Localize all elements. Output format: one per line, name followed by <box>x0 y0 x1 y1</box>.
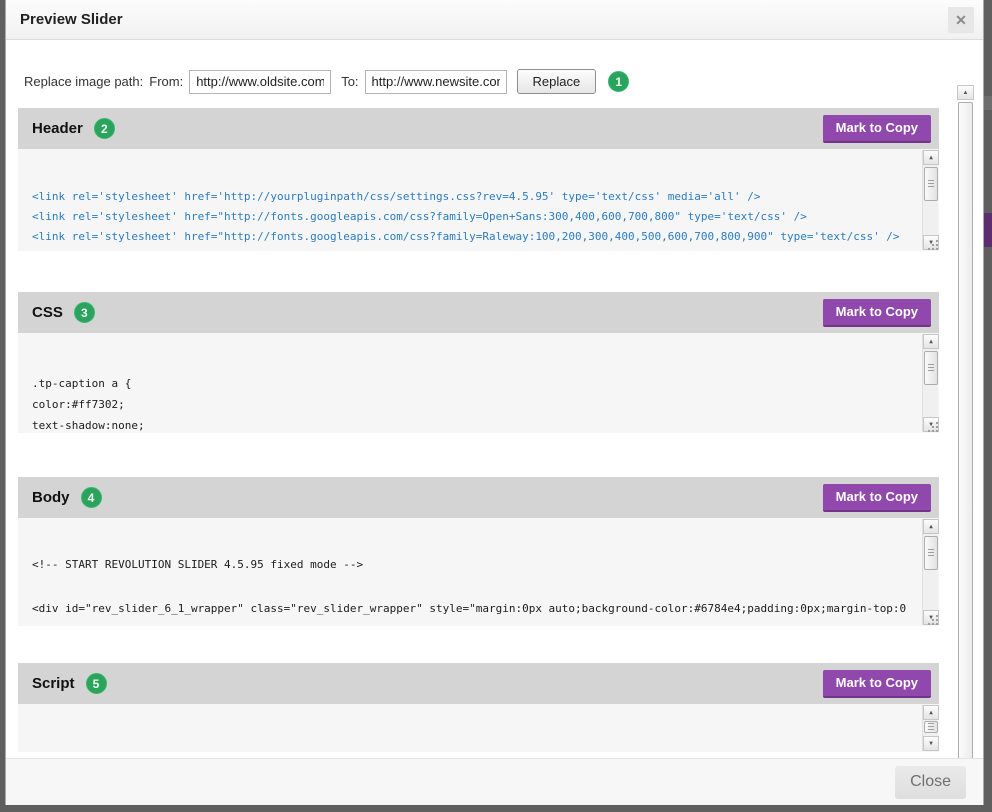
scrollbar-thumb[interactable] <box>924 167 938 201</box>
scrollbar-thumb[interactable] <box>924 721 938 733</box>
modal-header: Preview Slider ✕ <box>6 0 983 40</box>
modal-footer: Close <box>6 758 983 805</box>
scroll-up-icon[interactable]: ▲ <box>923 705 939 720</box>
page-behind-band <box>984 96 992 110</box>
to-label: To: <box>341 74 358 89</box>
modal-title: Preview Slider <box>20 11 123 28</box>
scroll-down-icon[interactable]: ▼ <box>923 736 939 751</box>
step-badge-4: 4 <box>81 487 102 508</box>
code-text: <link rel='stylesheet' href='http://your… <box>18 175 939 251</box>
code-text: /***************************************… <box>18 730 939 752</box>
section-header: Header 2 Mark to Copy <link rel='stylesh… <box>18 108 939 251</box>
code-scrollbar[interactable]: ▲ ▼ <box>922 334 938 432</box>
close-button[interactable]: Close <box>895 766 966 799</box>
step-badge-3: 3 <box>74 302 95 323</box>
code-text: .tp-caption a { color:#ff7302; text-shad… <box>18 359 939 433</box>
section-script: Script 5 Mark to Copy /*****************… <box>18 663 939 752</box>
code-scrollbar[interactable]: ▲ ▼ <box>922 705 938 751</box>
section-title: Script <box>32 675 75 692</box>
replace-image-path-bar: Replace image path: From: To: Replace 1 <box>24 68 939 95</box>
close-icon[interactable]: ✕ <box>948 7 974 33</box>
code-scrollbar[interactable]: ▲ ▼ <box>922 519 938 625</box>
header-code-textarea[interactable]: <link rel='stylesheet' href='http://your… <box>18 149 939 251</box>
section-body-titlebar: Body 4 Mark to Copy <box>18 477 939 518</box>
mark-to-copy-button[interactable]: Mark to Copy <box>823 299 931 327</box>
css-code-textarea[interactable]: .tp-caption a { color:#ff7302; text-shad… <box>18 333 939 433</box>
section-css: CSS 3 Mark to Copy .tp-caption a { color… <box>18 292 939 433</box>
step-badge-1: 1 <box>608 71 629 92</box>
modal-body: Replace image path: From: To: Replace 1 … <box>6 40 983 758</box>
from-label: From: <box>149 74 183 89</box>
scroll-up-icon[interactable]: ▲ <box>957 85 974 100</box>
body-code-textarea[interactable]: <!-- START REVOLUTION SLIDER 4.5.95 fixe… <box>18 518 939 626</box>
scroll-up-icon[interactable]: ▲ <box>923 519 939 534</box>
section-script-titlebar: Script 5 Mark to Copy <box>18 663 939 704</box>
script-code-textarea[interactable]: /***************************************… <box>18 704 939 752</box>
scrollbar-thumb[interactable] <box>924 351 938 385</box>
scrollbar-thumb[interactable] <box>924 536 938 570</box>
to-url-input[interactable] <box>365 70 507 94</box>
from-url-input[interactable] <box>189 70 331 94</box>
section-title: Header <box>32 120 83 137</box>
section-title: CSS <box>32 304 63 321</box>
step-badge-5: 5 <box>86 673 107 694</box>
page-behind-purple-element <box>984 213 992 247</box>
step-badge-2: 2 <box>94 118 115 139</box>
scroll-up-icon[interactable]: ▲ <box>923 334 939 349</box>
scroll-up-icon[interactable]: ▲ <box>923 150 939 165</box>
modal-scrollbar[interactable]: ▲ ▼ <box>957 85 974 758</box>
section-header-titlebar: Header 2 Mark to Copy <box>18 108 939 149</box>
mark-to-copy-button[interactable]: Mark to Copy <box>823 670 931 698</box>
code-scrollbar[interactable]: ▲ ▼ <box>922 150 938 250</box>
code-text: <!-- START REVOLUTION SLIDER 4.5.95 fixe… <box>18 544 939 626</box>
preview-slider-modal: Preview Slider ✕ Replace image path: Fro… <box>5 0 984 805</box>
replace-path-label: Replace image path: <box>24 74 143 89</box>
section-title: Body <box>32 489 70 506</box>
section-css-titlebar: CSS 3 Mark to Copy <box>18 292 939 333</box>
mark-to-copy-button[interactable]: Mark to Copy <box>823 484 931 512</box>
section-body: Body 4 Mark to Copy <!-- START REVOLUTIO… <box>18 477 939 626</box>
scrollbar-thumb[interactable] <box>958 102 973 758</box>
mark-to-copy-button[interactable]: Mark to Copy <box>823 115 931 143</box>
replace-button[interactable]: Replace <box>517 69 597 94</box>
